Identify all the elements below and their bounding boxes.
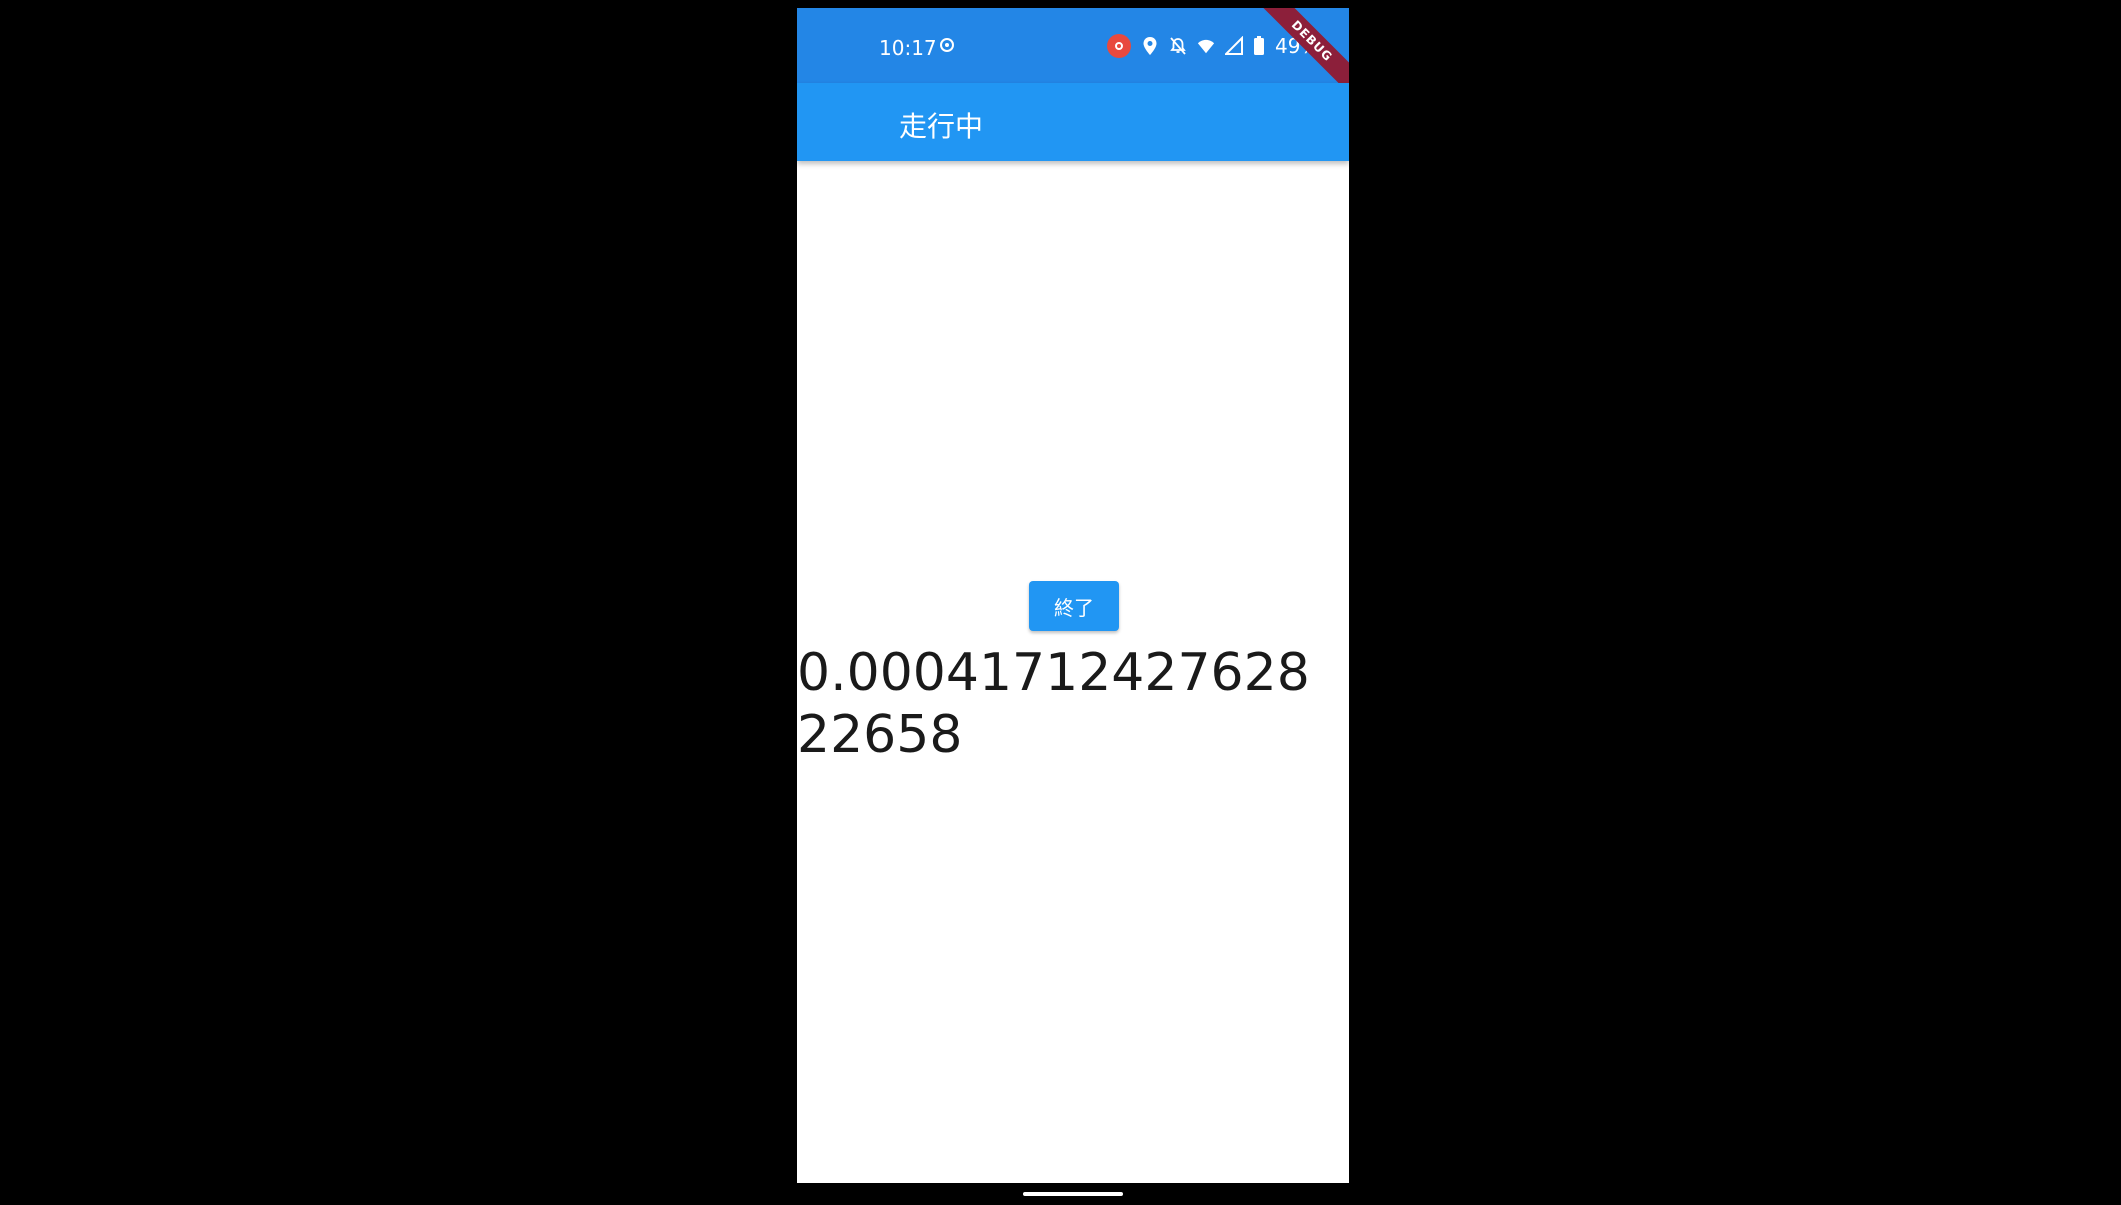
measured-value: 0.0004171242762822658 [797, 643, 1310, 765]
end-button[interactable]: 終了 [1029, 581, 1119, 631]
status-icons: 49% [1107, 32, 1319, 60]
page-title: 走行中 [899, 110, 984, 143]
home-indicator[interactable] [1023, 1192, 1123, 1196]
screen-capture-icon [940, 38, 954, 52]
location-icon [1143, 37, 1157, 55]
screen-record-icon [1107, 34, 1131, 58]
status-bar: 10:17 49% DEBUG [797, 8, 1349, 102]
screen-frame: 10:17 49% DEBUG 走行中 終了 0.000417124276282… [0, 0, 2121, 1205]
signal-icon [1225, 36, 1243, 55]
bell-off-icon [1170, 37, 1186, 55]
battery-icon [1254, 36, 1264, 55]
wifi-icon [1197, 39, 1215, 54]
phone-screen: 10:17 49% DEBUG 走行中 終了 0.000417124276282… [797, 8, 1349, 1183]
app-bar: 走行中 [797, 83, 1349, 161]
status-time: 10:17 [879, 36, 937, 60]
